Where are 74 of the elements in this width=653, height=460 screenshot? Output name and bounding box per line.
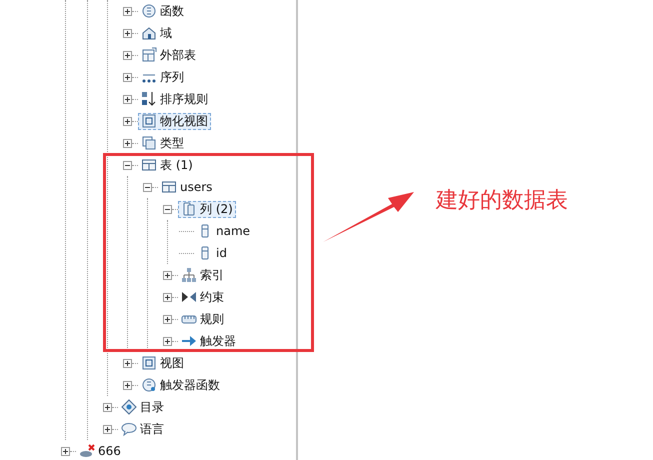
expand-button[interactable]: [123, 94, 132, 104]
function-icon: [141, 3, 157, 19]
plus-icon: [124, 360, 131, 366]
expand-button[interactable]: [123, 28, 132, 38]
tree-item[interactable]: 触发器函数: [138, 376, 223, 394]
tree-item[interactable]: 列 (2): [178, 200, 236, 218]
collapse-button[interactable]: [163, 204, 172, 214]
collapse-button[interactable]: [123, 160, 132, 170]
plus-icon: [164, 272, 171, 278]
tree-item[interactable]: 物化视图: [138, 112, 211, 130]
plus-icon: [124, 140, 131, 146]
tree-item[interactable]: 序列: [138, 68, 187, 86]
server-icon: [79, 443, 95, 459]
plus-icon: [164, 338, 171, 344]
tree-item[interactable]: 外部表: [138, 46, 199, 64]
collapse-button[interactable]: [143, 182, 152, 192]
tree-item[interactable]: 规则: [178, 310, 227, 328]
expand-button[interactable]: [123, 6, 132, 16]
speech-bubble-icon: [121, 421, 137, 437]
expand-button[interactable]: [123, 116, 132, 126]
tree-item[interactable]: users: [158, 178, 216, 196]
table-icon: [161, 179, 177, 195]
plus-icon: [124, 96, 131, 102]
plus-icon: [124, 52, 131, 58]
plus-icon: [104, 426, 111, 432]
expand-button[interactable]: [163, 292, 172, 302]
view-icon: [141, 355, 157, 371]
house-icon: [141, 25, 157, 41]
expand-button[interactable]: [163, 336, 172, 346]
tree-item[interactable]: 约束: [178, 288, 227, 306]
plus-icon: [124, 8, 131, 14]
tree-item[interactable]: 排序规则: [138, 90, 211, 108]
tree-item[interactable]: 表 (1): [138, 156, 196, 174]
tree-item[interactable]: 666: [76, 442, 124, 460]
expand-button[interactable]: [163, 314, 172, 324]
plus-icon: [62, 448, 69, 454]
function-icon: [141, 377, 157, 393]
tree-item[interactable]: 域: [138, 24, 175, 42]
bowtie-icon: [181, 289, 197, 305]
columns-icon: [181, 201, 197, 217]
tree-item[interactable]: 语言: [118, 420, 167, 438]
expand-button[interactable]: [123, 358, 132, 368]
view-icon: [141, 113, 157, 129]
annotation-text: 建好的数据表: [436, 187, 568, 215]
plus-icon: [164, 316, 171, 322]
expand-button[interactable]: [123, 380, 132, 390]
tree-item[interactable]: id: [194, 244, 230, 262]
sort-icon: [141, 91, 157, 107]
plus-icon: [124, 382, 131, 388]
plus-icon: [124, 74, 131, 80]
tree-item[interactable]: 函数: [138, 2, 187, 20]
tree-item[interactable]: 视图: [138, 354, 187, 372]
expand-button[interactable]: [123, 72, 132, 82]
tree-item[interactable]: 类型: [138, 134, 187, 152]
expand-button[interactable]: [103, 424, 112, 434]
plus-icon: [164, 294, 171, 300]
table-icon: [141, 157, 157, 173]
hierarchy-icon: [181, 267, 197, 283]
plus-icon: [124, 30, 131, 36]
plus-icon: [124, 118, 131, 124]
squares-icon: [141, 135, 157, 151]
diamond-icon: [121, 399, 137, 415]
tree-item[interactable]: name: [194, 222, 254, 240]
expand-button[interactable]: [123, 138, 132, 148]
expand-button[interactable]: [103, 402, 112, 412]
tree-item[interactable]: 触发器: [178, 332, 239, 350]
tree-item[interactable]: 目录: [118, 398, 167, 416]
expand-button[interactable]: [61, 446, 70, 456]
arrow-icon: [181, 333, 197, 349]
expand-button[interactable]: [123, 50, 132, 60]
plus-icon: [104, 404, 111, 410]
tree-item[interactable]: 索引: [178, 266, 227, 284]
table-icon: [141, 47, 157, 63]
expand-button[interactable]: [163, 270, 172, 280]
